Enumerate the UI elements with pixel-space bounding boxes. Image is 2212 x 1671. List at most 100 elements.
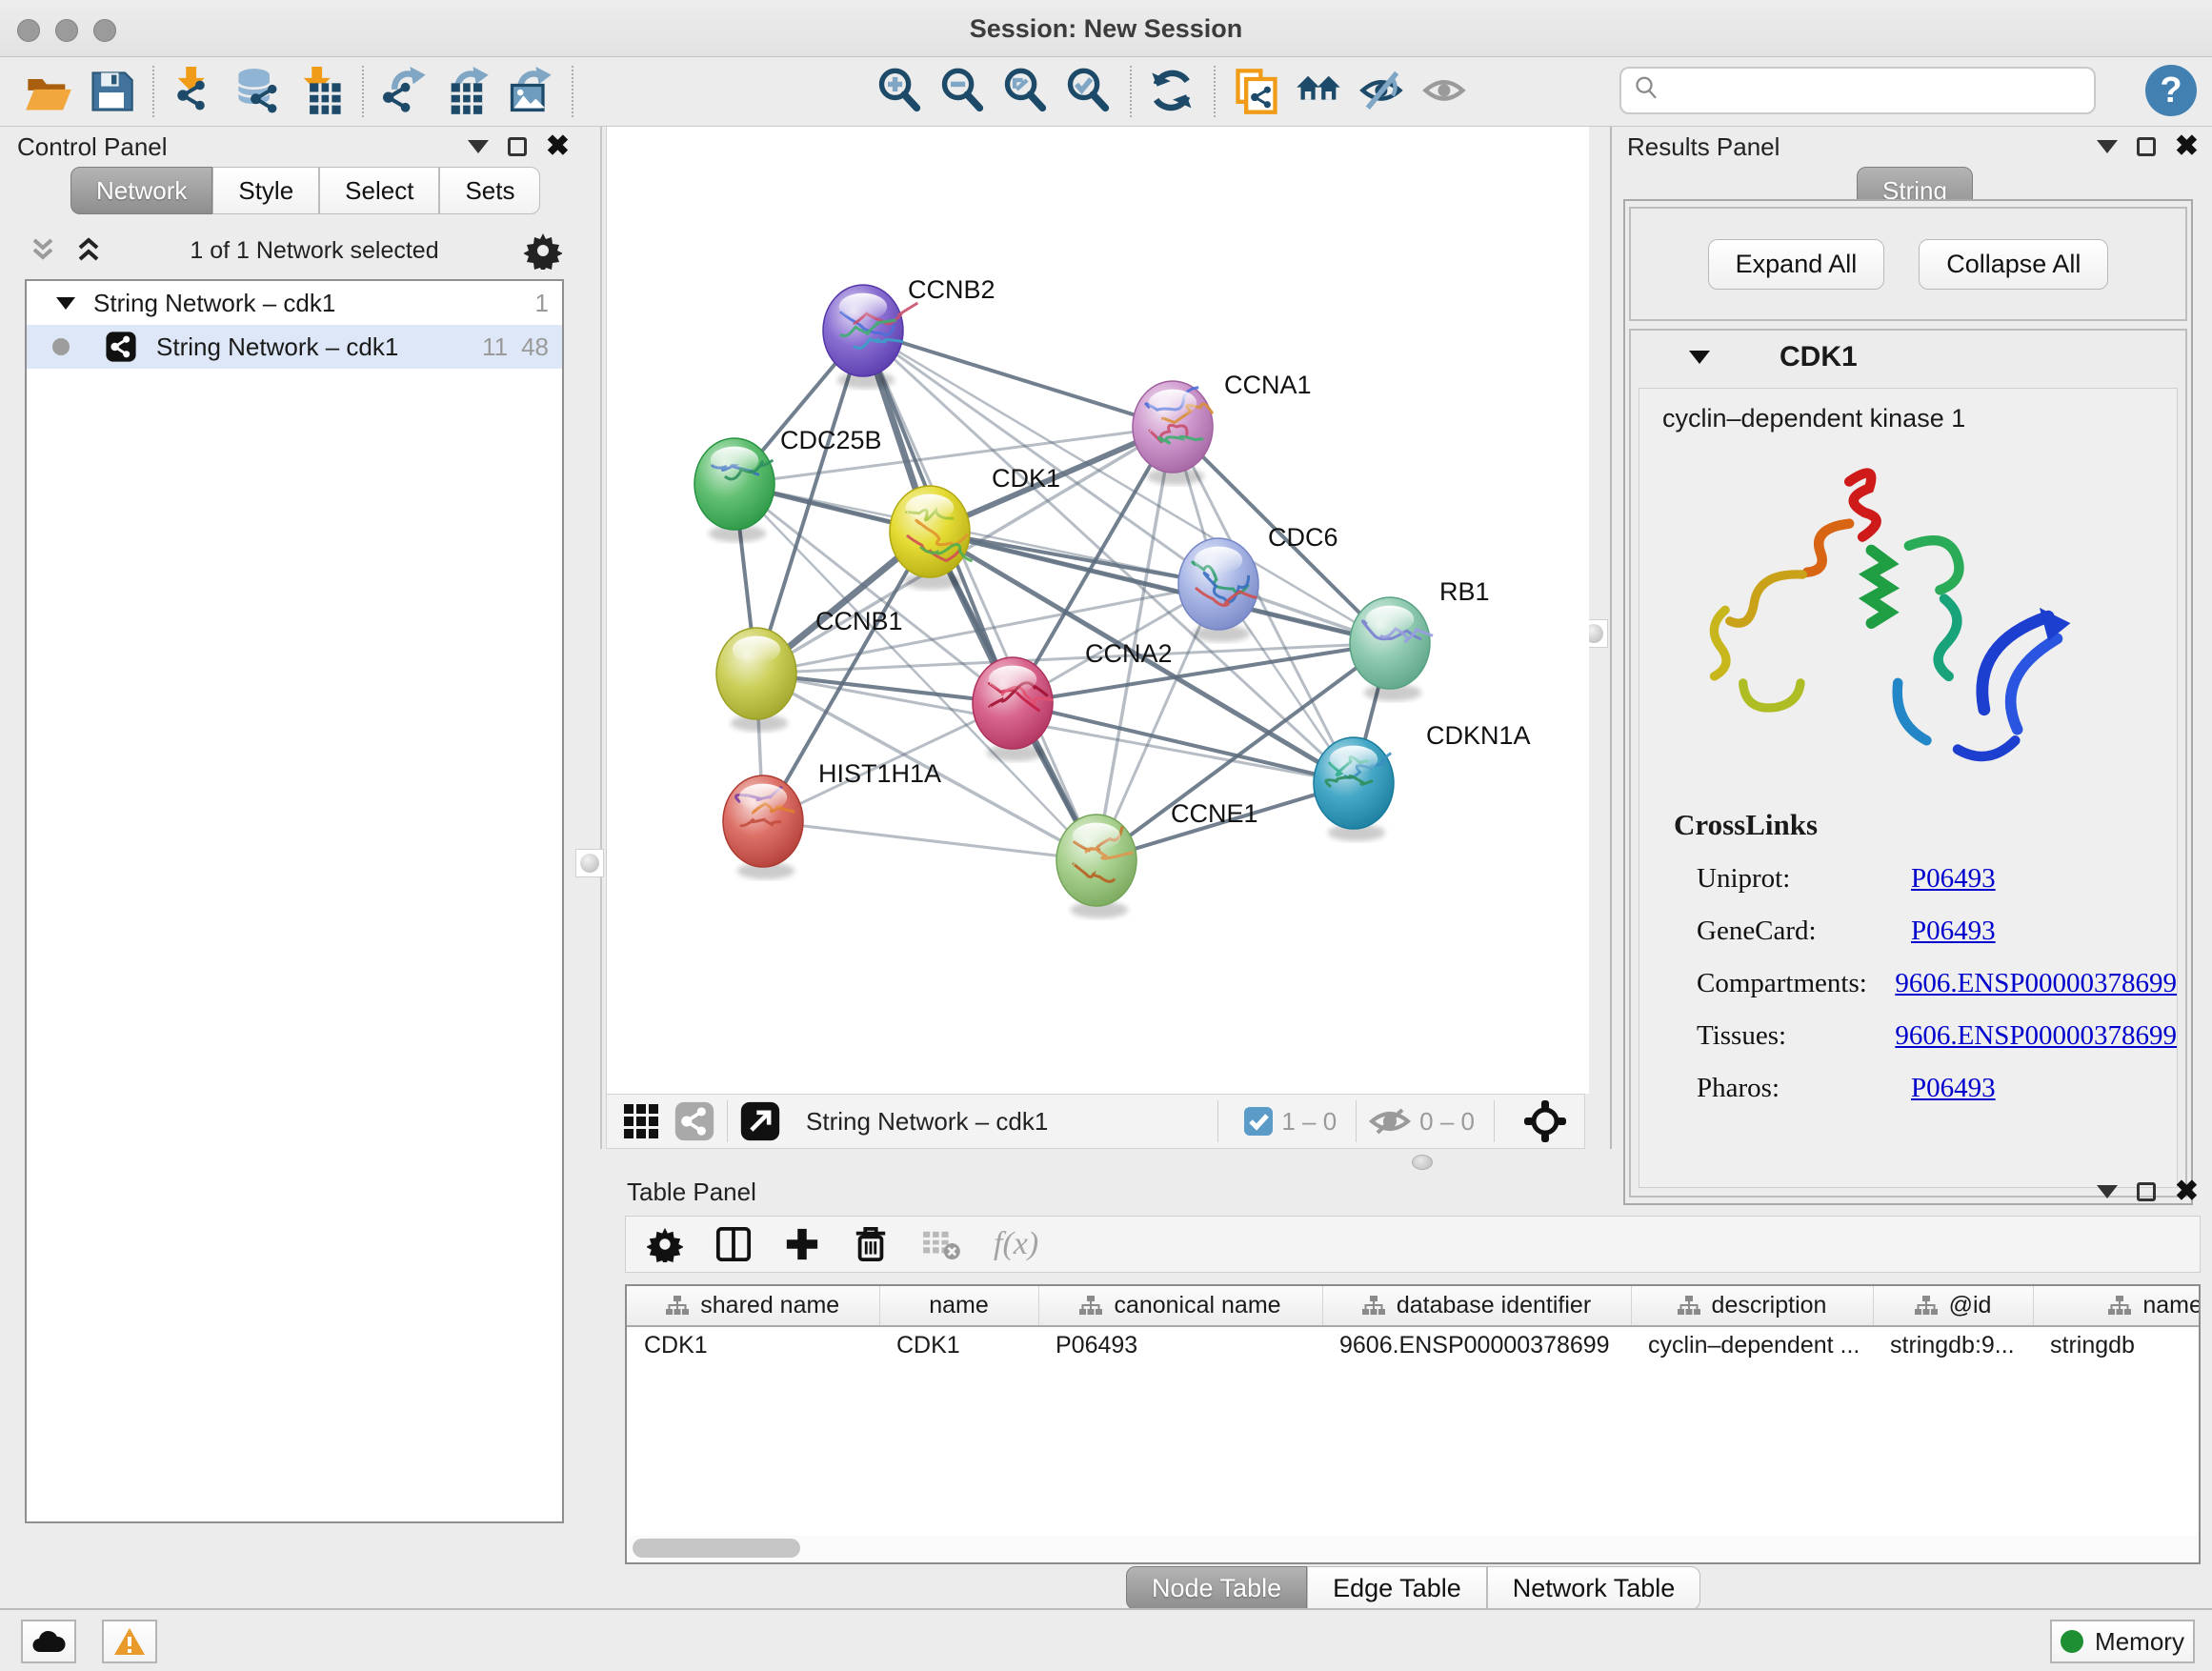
selected-checkbox-icon[interactable] bbox=[1243, 1106, 1274, 1137]
view-grid-icon[interactable] bbox=[622, 1102, 660, 1140]
table-float-icon[interactable] bbox=[2137, 1182, 2156, 1201]
table-gear-icon[interactable] bbox=[647, 1226, 683, 1262]
export-image-button[interactable] bbox=[504, 65, 557, 118]
protein-collapse-icon[interactable] bbox=[1688, 349, 1711, 366]
network-node-CCNB1[interactable] bbox=[716, 628, 796, 732]
help-button[interactable]: ? bbox=[2145, 65, 2197, 116]
network-collection-row[interactable]: String Network – cdk1 1 bbox=[27, 281, 562, 325]
export-table-button[interactable] bbox=[441, 65, 494, 118]
column-header--id[interactable]: @id bbox=[1873, 1286, 2033, 1326]
table-cell[interactable]: stringdb:9... bbox=[1873, 1326, 2033, 1364]
table-cell[interactable]: CDK1 bbox=[879, 1326, 1038, 1364]
birdseye-navigator-icon[interactable] bbox=[1523, 1099, 1567, 1143]
tab-style[interactable]: Style bbox=[212, 167, 319, 214]
network-node-CCNA1[interactable] bbox=[1133, 381, 1213, 485]
crosslink-link[interactable]: P06493 bbox=[1911, 916, 1996, 947]
tab-network-table[interactable]: Network Table bbox=[1487, 1566, 1701, 1610]
export-network-button[interactable] bbox=[378, 65, 432, 118]
network-node-CDKN1A[interactable] bbox=[1314, 737, 1394, 841]
zoom-in-button[interactable] bbox=[874, 65, 927, 118]
export-network-icon bbox=[380, 67, 430, 116]
hide-graphics-details-button[interactable] bbox=[1356, 65, 1409, 118]
selected-nodes-edges-count: 1 – 0 bbox=[1281, 1107, 1337, 1137]
zoom-fit-content-button[interactable] bbox=[999, 65, 1053, 118]
new-network-from-selection-button[interactable] bbox=[1230, 65, 1283, 118]
table-cell[interactable]: stringdb bbox=[2033, 1326, 2201, 1364]
table-cell[interactable]: 9606.ENSP00000378699 bbox=[1322, 1326, 1631, 1364]
table-row[interactable]: CDK1CDK1P064939606.ENSP00000378699cyclin… bbox=[627, 1326, 2201, 1364]
network-row[interactable]: String Network – cdk1 11 48 bbox=[27, 325, 562, 369]
import-network-from-database-button[interactable] bbox=[231, 65, 285, 118]
crosslink-link[interactable]: 9606.ENSP00000378699 bbox=[1895, 968, 2177, 999]
network-node-HIST1H1A[interactable] bbox=[723, 775, 803, 879]
zoom-out-button[interactable] bbox=[936, 65, 990, 118]
tab-node-table[interactable]: Node Table bbox=[1126, 1566, 1307, 1610]
add-column-icon[interactable] bbox=[784, 1226, 820, 1262]
delete-column-icon[interactable] bbox=[853, 1226, 889, 1262]
column-header-canonical-name[interactable]: canonical name bbox=[1038, 1286, 1322, 1326]
table-close-icon[interactable]: ✖ bbox=[2175, 1182, 2199, 1201]
column-header-namespace[interactable]: namespace bbox=[2033, 1286, 2201, 1326]
panel-float-icon[interactable] bbox=[508, 137, 527, 156]
search-icon bbox=[1633, 74, 1661, 108]
memory-button[interactable]: Memory bbox=[2050, 1620, 2195, 1663]
panel-collapse-icon[interactable] bbox=[468, 140, 489, 153]
table-cell[interactable]: P06493 bbox=[1038, 1326, 1322, 1364]
tab-network[interactable]: Network bbox=[70, 167, 212, 214]
network-node-CDC25B[interactable] bbox=[694, 438, 774, 542]
tab-edge-table[interactable]: Edge Table bbox=[1307, 1566, 1487, 1610]
open-file-button[interactable] bbox=[22, 65, 75, 118]
show-graphics-details-button[interactable] bbox=[1418, 65, 1472, 118]
table-cell[interactable]: cyclin–dependent ... bbox=[1631, 1326, 1873, 1364]
column-header-name[interactable]: name bbox=[879, 1286, 1038, 1326]
import-network-button[interactable] bbox=[169, 65, 222, 118]
crosslink-link[interactable]: P06493 bbox=[1911, 1073, 1996, 1104]
results-close-icon[interactable]: ✖ bbox=[2175, 137, 2199, 156]
apply-layout-refresh-button[interactable] bbox=[1146, 65, 1199, 118]
results-float-icon[interactable] bbox=[2137, 137, 2156, 156]
save-session-button[interactable] bbox=[85, 65, 138, 118]
warning-status-button[interactable] bbox=[102, 1620, 157, 1663]
function-builder-icon: f(x) bbox=[994, 1226, 1038, 1262]
network-view-canvas[interactable]: CCNB2CCNA1CDC25BCDK1CDC6RB1CCNB1CCNA2CDK… bbox=[606, 127, 1589, 1094]
table-cell[interactable]: CDK1 bbox=[627, 1326, 879, 1364]
tab-sets[interactable]: Sets bbox=[439, 167, 540, 214]
node-label-CDKN1A: CDKN1A bbox=[1426, 721, 1531, 750]
column-header-database-identifier[interactable]: database identifier bbox=[1322, 1286, 1631, 1326]
expand-all-button[interactable]: Expand All bbox=[1708, 239, 1885, 290]
network-options-gear-icon[interactable] bbox=[524, 232, 562, 270]
panel-close-icon[interactable]: ✖ bbox=[546, 137, 570, 156]
left-splitter-handle[interactable] bbox=[575, 849, 604, 877]
horizontal-splitter-handle[interactable] bbox=[1412, 1155, 1433, 1170]
table-horizontal-scrollbar[interactable] bbox=[629, 1536, 2197, 1560]
zoom-selected-button[interactable] bbox=[1062, 65, 1116, 118]
network-node-CCNB2[interactable] bbox=[823, 285, 917, 389]
results-collapse-icon[interactable] bbox=[2097, 140, 2118, 153]
search-input[interactable] bbox=[1661, 77, 2094, 104]
share-view-icon[interactable] bbox=[674, 1100, 715, 1142]
apply-preferred-layout-button[interactable] bbox=[1293, 65, 1346, 118]
import-table-button[interactable] bbox=[294, 65, 348, 118]
network-node-count: 11 bbox=[482, 332, 521, 362]
crosslink-link[interactable]: P06493 bbox=[1911, 863, 1996, 895]
crosslink-link[interactable]: 9606.ENSP00000378699 bbox=[1895, 1020, 2177, 1052]
table-collapse-icon[interactable] bbox=[2097, 1185, 2118, 1198]
memory-label: Memory bbox=[2095, 1627, 2184, 1657]
control-panel-title: Control Panel bbox=[17, 132, 168, 162]
tab-select[interactable]: Select bbox=[319, 167, 439, 214]
collapse-all-button[interactable]: Collapse All bbox=[1919, 239, 2108, 290]
network-node-CCNE1[interactable] bbox=[1056, 815, 1136, 918]
column-header-description[interactable]: description bbox=[1631, 1286, 1873, 1326]
network-node-RB1[interactable] bbox=[1350, 597, 1433, 701]
show-columns-icon[interactable] bbox=[715, 1226, 752, 1262]
node-table[interactable]: shared namename canonical name database … bbox=[625, 1284, 2201, 1564]
collapse-all-tree-icon[interactable] bbox=[72, 234, 105, 267]
open-in-window-icon[interactable] bbox=[739, 1100, 781, 1142]
expand-all-tree-icon[interactable] bbox=[27, 234, 59, 267]
column-header-shared-name[interactable]: shared name bbox=[627, 1286, 879, 1326]
hidden-eye-icon[interactable] bbox=[1368, 1104, 1412, 1138]
cloud-status-button[interactable] bbox=[21, 1620, 76, 1663]
left-splitter[interactable] bbox=[600, 127, 602, 1149]
node-label-CCNA2: CCNA2 bbox=[1085, 639, 1173, 668]
tree-expand-icon[interactable] bbox=[55, 295, 76, 311]
